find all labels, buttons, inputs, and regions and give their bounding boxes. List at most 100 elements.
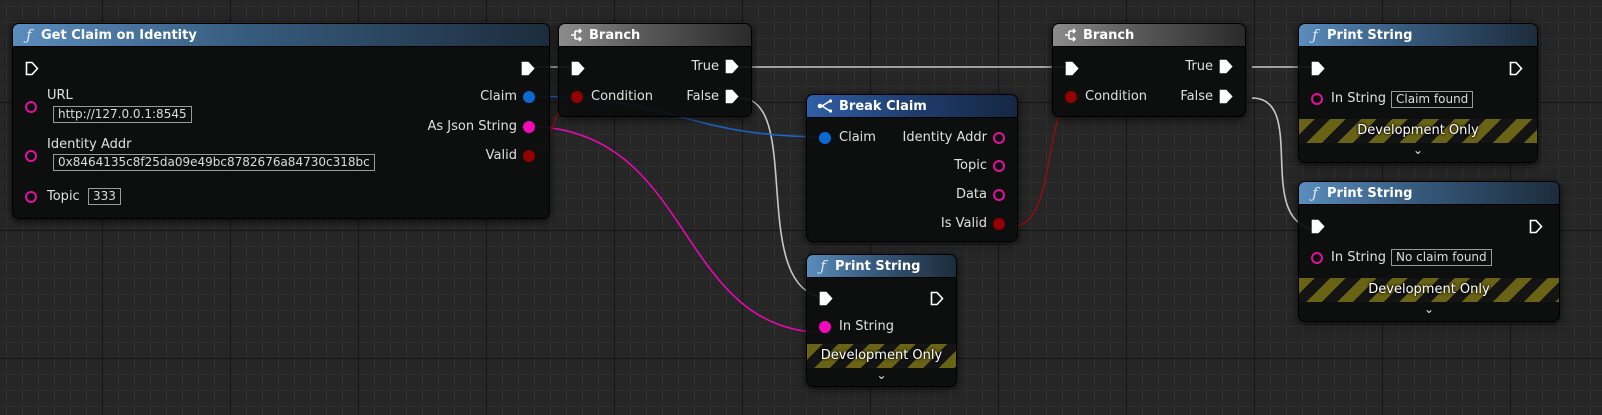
bool-pin-icon [523, 149, 535, 162]
exec-in-pin[interactable] [571, 61, 585, 76]
exec-pin-icon [725, 59, 739, 74]
in-string-pin[interactable]: In String [1311, 250, 1386, 265]
exec-pin-icon [1219, 59, 1233, 74]
node-title: Print String [1327, 27, 1413, 43]
claim-out-label: Claim [480, 89, 517, 104]
false-out[interactable]: False [686, 89, 739, 104]
branch-node-2[interactable]: Branch Condition True False [1052, 23, 1246, 117]
function-icon: ƒ [1312, 184, 1318, 202]
print-string-header[interactable]: ƒ Print String [807, 255, 956, 278]
bool-pin-icon [571, 90, 583, 103]
in-string-pin[interactable]: In String [819, 319, 894, 334]
bool-pin-icon [1065, 90, 1077, 103]
development-only-banner: Development Only [1299, 119, 1537, 143]
topic-pin-icon[interactable] [25, 191, 37, 203]
exec-in-pin[interactable] [1311, 61, 1325, 76]
branch-node-1[interactable]: Branch Condition True False [558, 23, 752, 117]
string-pin-icon [1311, 92, 1323, 105]
break-struct-icon [817, 99, 833, 113]
exec-out-pin[interactable] [1509, 61, 1523, 76]
print-string-node-found[interactable]: ƒ Print String In String Claim found Dev… [1298, 23, 1538, 163]
in-string-label: In String [839, 319, 895, 334]
node-title: Print String [835, 258, 921, 274]
print-string-header[interactable]: ƒ Print String [1299, 24, 1537, 47]
url-label: URL [47, 88, 73, 103]
identity-out[interactable]: Identity Addr [903, 130, 1005, 145]
true-label: True [691, 59, 719, 74]
get-claim-node[interactable]: ƒ Get Claim on Identity URL http://127.0… [12, 23, 550, 219]
false-out[interactable]: False [1180, 89, 1233, 104]
exec-out-pin[interactable] [521, 61, 535, 76]
chevron-down-icon[interactable]: ⌄ [1299, 143, 1537, 157]
exec-in-pin[interactable] [25, 61, 39, 76]
struct-pin-icon [523, 90, 535, 103]
in-string-field[interactable]: Claim found [1391, 91, 1474, 108]
identity-pin-icon[interactable] [25, 150, 37, 162]
struct-pin-icon [819, 131, 831, 144]
url-pin-icon[interactable] [25, 101, 37, 113]
true-out[interactable]: True [1185, 59, 1233, 74]
in-string-label: In String [1331, 250, 1387, 265]
function-icon: ƒ [1312, 26, 1318, 44]
string-pin-icon [523, 120, 535, 133]
development-only-banner: Development Only [1299, 278, 1559, 302]
valid-out[interactable]: Valid [486, 148, 535, 163]
true-label: True [1185, 59, 1213, 74]
exec-pin-icon [1219, 89, 1233, 104]
node-title: Branch [589, 27, 641, 43]
isvalid-out[interactable]: Is Valid [941, 216, 1005, 231]
branch-icon [571, 28, 583, 42]
false-label: False [686, 89, 719, 104]
node-title: Print String [1327, 185, 1413, 201]
identity-label: Identity Addr [47, 137, 132, 152]
claim-in[interactable]: Claim [819, 130, 876, 145]
exec-out-pin[interactable] [1529, 219, 1543, 234]
claim-out[interactable]: Claim [480, 89, 535, 104]
branch-header[interactable]: Branch [559, 24, 751, 47]
true-out[interactable]: True [691, 59, 739, 74]
valid-out-label: Valid [485, 148, 517, 163]
data-out[interactable]: Data [956, 187, 1005, 202]
in-string-label: In String [1331, 91, 1387, 106]
isvalid-out-label: Is Valid [940, 216, 987, 231]
json-out-label: As Json String [427, 119, 517, 134]
string-pin-icon [819, 320, 831, 333]
string-pin-icon [993, 131, 1005, 144]
topic-out-label: Topic [954, 158, 987, 173]
exec-in-pin[interactable] [819, 291, 833, 306]
print-string-header[interactable]: ƒ Print String [1299, 182, 1559, 205]
json-out[interactable]: As Json String [427, 119, 535, 134]
string-pin-icon [993, 159, 1005, 172]
condition-in[interactable]: Condition [1065, 89, 1147, 104]
get-claim-header[interactable]: ƒ Get Claim on Identity [13, 24, 549, 47]
exec-in-pin[interactable] [1065, 61, 1079, 76]
function-icon: ƒ [26, 26, 32, 44]
print-string-node-notfound[interactable]: ƒ Print String In String No claim found … [1298, 181, 1560, 322]
exec-in-pin[interactable] [1311, 219, 1325, 234]
branch-header[interactable]: Branch [1053, 24, 1245, 47]
url-field[interactable]: http://127.0.0.1:8545 [53, 106, 192, 123]
topic-label: Topic [47, 189, 80, 204]
string-wire-json [522, 125, 830, 334]
break-claim-node[interactable]: Break Claim Claim Identity Addr Topic Da… [806, 94, 1018, 242]
identity-out-label: Identity Addr [902, 130, 987, 145]
exec-out-pin[interactable] [930, 291, 944, 306]
break-claim-header[interactable]: Break Claim [807, 95, 1017, 118]
chevron-down-icon[interactable]: ⌄ [1299, 302, 1559, 316]
condition-in[interactable]: Condition [571, 89, 653, 104]
string-pin-icon [993, 188, 1005, 201]
identity-field[interactable]: 0x8464135c8f25da09e49bc8782676a84730c318… [53, 154, 375, 171]
topic-out[interactable]: Topic [954, 158, 1005, 173]
string-pin-icon [1311, 251, 1323, 264]
function-icon: ƒ [820, 257, 826, 275]
in-string-field[interactable]: No claim found [1391, 249, 1492, 266]
print-string-node-json[interactable]: ƒ Print String In String Development Onl… [806, 254, 957, 387]
in-string-pin[interactable]: In String [1311, 91, 1386, 106]
branch-icon [1065, 28, 1077, 42]
topic-field[interactable]: 333 [88, 188, 121, 205]
exec-pin-icon [725, 89, 739, 104]
node-title: Get Claim on Identity [41, 27, 197, 43]
chevron-down-icon[interactable]: ⌄ [807, 368, 956, 382]
claim-in-label: Claim [839, 130, 876, 145]
condition-label: Condition [591, 89, 654, 104]
